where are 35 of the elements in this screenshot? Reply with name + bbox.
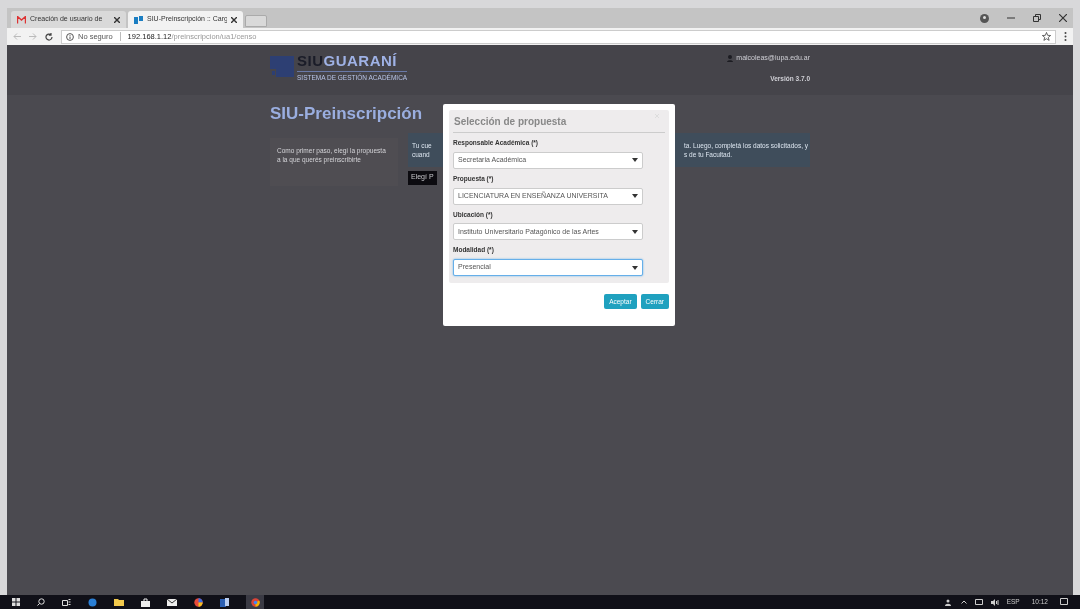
caret-icon [632, 229, 638, 234]
caret-icon [632, 194, 638, 198]
caret-icon [632, 265, 638, 270]
shopping-bag-icon[interactable] [141, 597, 150, 607]
search-icon[interactable] [37, 598, 45, 606]
user-icon [727, 54, 734, 62]
task-view-icon[interactable] [62, 598, 71, 606]
reload-icon[interactable] [45, 32, 53, 41]
notification-icon[interactable] [1060, 598, 1068, 606]
modal-title: Selección de propuesta [453, 115, 567, 129]
close-icon[interactable] [231, 16, 237, 23]
speaker-icon[interactable] [990, 598, 999, 606]
profile-icon[interactable] [980, 13, 989, 23]
close-icon[interactable] [114, 16, 120, 23]
document-icon[interactable] [220, 597, 229, 607]
colored-circle-icon [250, 597, 260, 607]
envelope-icon[interactable] [167, 598, 177, 606]
browser-e-icon[interactable] [88, 597, 97, 607]
star-icon[interactable] [1042, 32, 1051, 41]
folder-icon[interactable] [114, 598, 124, 606]
logo-icon [270, 53, 294, 77]
mail-icon [17, 15, 26, 24]
people-icon[interactable] [944, 598, 953, 606]
flag-icon [134, 15, 143, 24]
close-icon[interactable] [1059, 14, 1067, 22]
info-icon [66, 32, 74, 41]
taskbar-active-app[interactable] [246, 595, 264, 609]
caret-icon [632, 158, 638, 163]
page-title: SIU-Preinscripción [270, 103, 423, 125]
caret-up-icon[interactable] [960, 600, 967, 604]
colored-circle-icon[interactable] [194, 597, 203, 607]
restore-icon[interactable] [1033, 14, 1041, 22]
windows-icon[interactable] [12, 598, 20, 606]
monitor-icon[interactable] [974, 598, 983, 606]
menu-icon[interactable] [1064, 32, 1067, 41]
